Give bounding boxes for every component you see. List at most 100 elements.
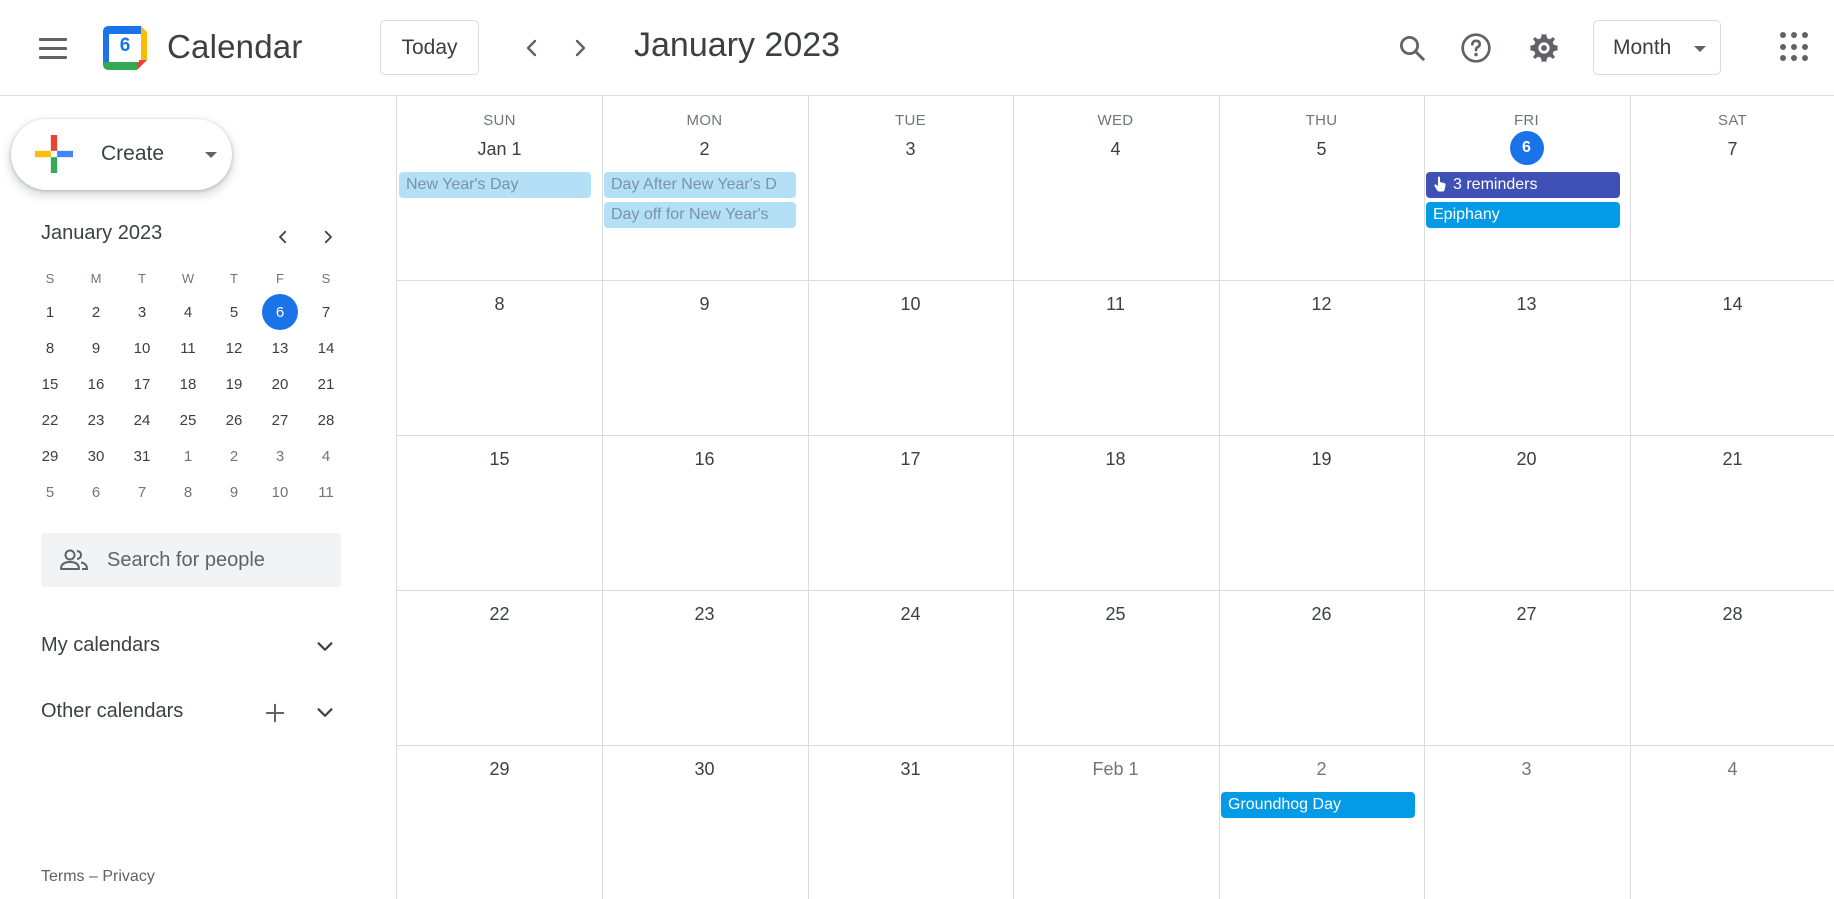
day-number-other-month[interactable]: 3 — [1424, 759, 1629, 780]
mini-day[interactable]: 1 — [27, 294, 73, 330]
day-number[interactable]: 7 — [1630, 139, 1834, 160]
privacy-link[interactable]: Privacy — [102, 868, 154, 885]
day-number[interactable]: 18 — [1013, 449, 1218, 470]
help-button[interactable] — [1452, 24, 1500, 72]
mini-day-other-month[interactable]: 11 — [303, 474, 349, 510]
mini-day[interactable]: 3 — [119, 294, 165, 330]
mini-day[interactable]: 30 — [73, 438, 119, 474]
my-calendars-header[interactable]: My calendars — [41, 634, 160, 657]
mini-day[interactable]: 15 — [27, 366, 73, 402]
day-number-today[interactable]: 6 — [1424, 131, 1629, 165]
day-number[interactable]: 27 — [1424, 604, 1629, 625]
next-period-button[interactable] — [560, 28, 600, 68]
event-chip[interactable]: Epiphany — [1426, 202, 1620, 228]
mini-day[interactable]: 19 — [211, 366, 257, 402]
google-apps-icon[interactable] — [1780, 32, 1810, 62]
previous-period-button[interactable] — [512, 28, 552, 68]
day-number[interactable]: 14 — [1630, 294, 1834, 315]
day-number[interactable]: 31 — [808, 759, 1013, 780]
mini-day[interactable]: 31 — [119, 438, 165, 474]
mini-day[interactable]: 5 — [211, 294, 257, 330]
mini-day-other-month[interactable]: 4 — [303, 438, 349, 474]
mini-day-other-month[interactable]: 1 — [165, 438, 211, 474]
day-number[interactable]: 17 — [808, 449, 1013, 470]
mini-day[interactable]: 8 — [27, 330, 73, 366]
day-number[interactable]: 4 — [1013, 139, 1218, 160]
mini-day[interactable]: 24 — [119, 402, 165, 438]
day-number[interactable]: 21 — [1630, 449, 1834, 470]
search-people-input[interactable]: Search for people — [41, 533, 341, 587]
mini-day[interactable]: 13 — [257, 330, 303, 366]
day-number[interactable]: 23 — [602, 604, 807, 625]
mini-day[interactable]: 11 — [165, 330, 211, 366]
day-number[interactable]: 16 — [602, 449, 807, 470]
event-chip[interactable]: Day After New Year's D — [604, 172, 796, 198]
mini-day-other-month[interactable]: 2 — [211, 438, 257, 474]
mini-day-other-month[interactable]: 5 — [27, 474, 73, 510]
mini-day-other-month[interactable]: 9 — [211, 474, 257, 510]
settings-button[interactable] — [1520, 24, 1568, 72]
mini-day[interactable]: 23 — [73, 402, 119, 438]
search-button[interactable] — [1388, 24, 1436, 72]
mini-day-other-month[interactable]: 8 — [165, 474, 211, 510]
mini-calendar-next-button[interactable] — [313, 222, 343, 252]
mini-day[interactable]: 29 — [27, 438, 73, 474]
day-number[interactable]: 22 — [397, 604, 602, 625]
calendar-logo-icon[interactable]: 6 — [101, 24, 149, 72]
terms-link[interactable]: Terms — [41, 868, 85, 885]
day-number[interactable]: 13 — [1424, 294, 1629, 315]
create-button[interactable]: Create — [11, 119, 232, 190]
mini-day[interactable]: 9 — [73, 330, 119, 366]
mini-day[interactable]: 2 — [73, 294, 119, 330]
day-number[interactable]: 25 — [1013, 604, 1218, 625]
day-number[interactable]: 29 — [397, 759, 602, 780]
mini-day[interactable]: 26 — [211, 402, 257, 438]
today-button[interactable]: Today — [380, 20, 479, 75]
mini-day-other-month[interactable]: 3 — [257, 438, 303, 474]
mini-calendar-prev-button[interactable] — [268, 222, 298, 252]
mini-day[interactable]: 12 — [211, 330, 257, 366]
mini-day-today[interactable]: 6 — [257, 294, 303, 330]
other-calendars-expand-button[interactable] — [311, 699, 339, 727]
day-number[interactable]: 19 — [1219, 449, 1424, 470]
mini-day-other-month[interactable]: 10 — [257, 474, 303, 510]
day-number[interactable]: 24 — [808, 604, 1013, 625]
day-number[interactable]: 3 — [808, 139, 1013, 160]
mini-day[interactable]: 20 — [257, 366, 303, 402]
mini-day[interactable]: 25 — [165, 402, 211, 438]
day-number[interactable]: 28 — [1630, 604, 1834, 625]
day-number[interactable]: 12 — [1219, 294, 1424, 315]
other-calendars-header[interactable]: Other calendars — [41, 700, 183, 723]
mini-day[interactable]: 28 — [303, 402, 349, 438]
mini-day-other-month[interactable]: 6 — [73, 474, 119, 510]
day-number[interactable]: 2 — [602, 139, 807, 160]
event-chip[interactable]: New Year's Day — [399, 172, 591, 198]
mini-day[interactable]: 17 — [119, 366, 165, 402]
my-calendars-expand-button[interactable] — [311, 633, 339, 661]
reminders-chip[interactable]: 3 reminders — [1426, 172, 1620, 198]
event-chip[interactable]: Groundhog Day — [1221, 792, 1415, 818]
mini-day[interactable]: 4 — [165, 294, 211, 330]
mini-day[interactable]: 14 — [303, 330, 349, 366]
day-number[interactable]: 20 — [1424, 449, 1629, 470]
mini-day[interactable]: 16 — [73, 366, 119, 402]
day-number-other-month[interactable]: 2 — [1219, 759, 1424, 780]
day-number[interactable]: 9 — [602, 294, 807, 315]
day-number[interactable]: 11 — [1013, 294, 1218, 315]
main-menu-icon[interactable] — [28, 28, 76, 68]
day-number-other-month[interactable]: 4 — [1630, 759, 1834, 780]
mini-day[interactable]: 27 — [257, 402, 303, 438]
add-other-calendar-button[interactable] — [261, 699, 289, 727]
day-number[interactable]: 10 — [808, 294, 1013, 315]
day-number[interactable]: 26 — [1219, 604, 1424, 625]
mini-day[interactable]: 22 — [27, 402, 73, 438]
day-number-other-month[interactable]: Feb 1 — [1013, 759, 1218, 780]
mini-day[interactable]: 10 — [119, 330, 165, 366]
day-number[interactable]: Jan 1 — [397, 139, 602, 160]
mini-day-other-month[interactable]: 7 — [119, 474, 165, 510]
day-number[interactable]: 30 — [602, 759, 807, 780]
mini-day[interactable]: 18 — [165, 366, 211, 402]
event-chip[interactable]: Day off for New Year's — [604, 202, 796, 228]
day-number[interactable]: 15 — [397, 449, 602, 470]
mini-day[interactable]: 21 — [303, 366, 349, 402]
